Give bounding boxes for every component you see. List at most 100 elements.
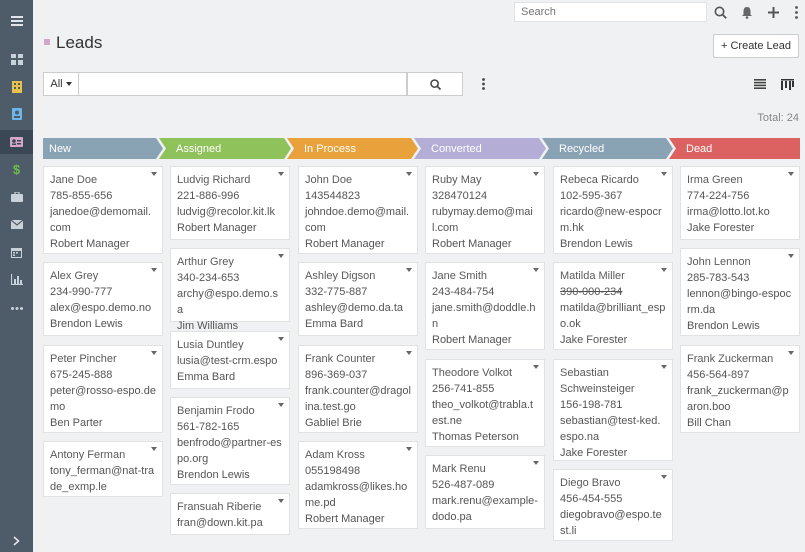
lead-phone[interactable]: 785-855-656: [50, 188, 156, 204]
lead-phone[interactable]: 055198498: [305, 463, 411, 479]
lead-name[interactable]: Frank Zuckerman: [687, 351, 793, 367]
notifications-bell-icon[interactable]: [738, 3, 756, 21]
lead-email[interactable]: irma@lotto.lot.ko: [687, 204, 793, 220]
filter-all-dropdown[interactable]: All: [43, 72, 79, 96]
lead-name[interactable]: Ashley Digson: [305, 268, 411, 284]
lead-card[interactable]: Frank Zuckerman 456-564-897 frank_zucker…: [680, 345, 800, 433]
lead-phone[interactable]: 143544823: [305, 188, 411, 204]
accounts-icon[interactable]: [0, 76, 33, 98]
lead-card[interactable]: Theodore Volkot 256-741-855 theo_volkot@…: [425, 359, 545, 447]
card-menu-caret-icon[interactable]: [533, 461, 539, 465]
card-menu-caret-icon[interactable]: [533, 268, 539, 272]
lead-phone[interactable]: 340-234-653: [177, 270, 283, 286]
lead-phone[interactable]: 456-454-555: [560, 491, 666, 507]
lead-card[interactable]: Sebastian Schweinsteiger 156-198-781 seb…: [553, 359, 673, 461]
filter-search-button[interactable]: [407, 72, 463, 96]
lead-email[interactable]: johndoe.demo@mail.com: [305, 204, 411, 236]
more-icon[interactable]: [0, 297, 33, 319]
lead-email[interactable]: frank_zuckerman@paron.boo: [687, 383, 793, 415]
card-menu-caret-icon[interactable]: [278, 499, 284, 503]
lead-phone[interactable]: 526-487-089: [432, 477, 538, 493]
lead-email[interactable]: mark.renu@example-dodo.pa: [432, 493, 538, 525]
lead-card[interactable]: Mark Renu 526-487-089 mark.renu@example-…: [425, 455, 545, 529]
lead-phone[interactable]: 332-775-887: [305, 284, 411, 300]
lead-name[interactable]: Fransuah Riberie: [177, 499, 283, 515]
lead-phone[interactable]: 328470124: [432, 188, 538, 204]
lead-email[interactable]: diegobravo@espo.test.li: [560, 507, 666, 539]
cases-icon[interactable]: [0, 186, 33, 208]
lead-name[interactable]: Ludvig Richard: [177, 172, 283, 188]
lead-card[interactable]: Peter Pincher 675-245-888 peter@rosso-es…: [43, 345, 163, 433]
kanban-view-icon[interactable]: [776, 74, 798, 94]
lead-email[interactable]: ashley@demo.da.ta: [305, 300, 411, 316]
lead-name[interactable]: Antony Ferman: [50, 447, 156, 463]
card-menu-caret-icon[interactable]: [788, 172, 794, 176]
lead-email[interactable]: rubymay.demo@mail.com: [432, 204, 538, 236]
card-menu-caret-icon[interactable]: [788, 254, 794, 258]
global-search-input[interactable]: [514, 2, 707, 22]
lead-card[interactable]: John Lennon 285-783-543 lennon@bingo-esp…: [680, 248, 800, 336]
card-menu-caret-icon[interactable]: [406, 447, 412, 451]
lead-name[interactable]: Theodore Volkot: [432, 365, 538, 381]
lead-email[interactable]: peter@rosso-espo.demo: [50, 383, 156, 415]
opportunities-icon[interactable]: $: [0, 158, 33, 180]
lead-name[interactable]: Mark Renu: [432, 461, 538, 477]
collapse-chevron-icon[interactable]: [0, 530, 33, 552]
search-icon[interactable]: [711, 3, 729, 21]
list-view-icon[interactable]: [750, 74, 770, 94]
lead-name[interactable]: Jane Smith: [432, 268, 538, 284]
card-menu-caret-icon[interactable]: [661, 172, 667, 176]
email-icon[interactable]: [0, 213, 33, 235]
lead-email[interactable]: janedoe@demomail.com: [50, 204, 156, 236]
card-menu-caret-icon[interactable]: [406, 351, 412, 355]
calendar-icon[interactable]: [0, 241, 33, 263]
lead-email[interactable]: archy@espo.demo.sa: [177, 286, 283, 318]
card-menu-caret-icon[interactable]: [533, 365, 539, 369]
lead-phone[interactable]: 156-198-781: [560, 397, 666, 413]
lead-name[interactable]: Benjamin Frodo: [177, 403, 283, 419]
lead-card[interactable]: Ruby May 328470124 rubymay.demo@mail.com…: [425, 166, 545, 254]
lead-name[interactable]: Peter Pincher: [50, 351, 156, 367]
lead-phone[interactable]: 675-245-888: [50, 367, 156, 383]
lead-email[interactable]: adamkross@likes.home.pd: [305, 479, 411, 511]
lead-name[interactable]: Frank Counter: [305, 351, 411, 367]
lead-name[interactable]: Arthur Grey: [177, 254, 283, 270]
lead-email[interactable]: lusia@test-crm.espo: [177, 353, 283, 369]
lead-email[interactable]: benfrodo@partner-espo.org: [177, 435, 283, 467]
lead-phone[interactable]: 896-369-037: [305, 367, 411, 383]
lead-phone-invalid[interactable]: 390-000-234: [560, 284, 666, 300]
lead-card[interactable]: Adam Kross 055198498 adamkross@likes.hom…: [298, 441, 418, 529]
card-menu-caret-icon[interactable]: [278, 172, 284, 176]
leads-icon[interactable]: [0, 130, 33, 154]
lead-phone[interactable]: 561-782-165: [177, 419, 283, 435]
card-menu-caret-icon[interactable]: [278, 403, 284, 407]
card-menu-caret-icon[interactable]: [278, 254, 284, 258]
lead-email[interactable]: ricardo@new-espocrm.hk: [560, 204, 666, 236]
lead-email[interactable]: fran@down.kit.pa: [177, 515, 283, 531]
card-menu-caret-icon[interactable]: [278, 337, 284, 341]
quick-create-plus-icon[interactable]: [764, 3, 782, 21]
card-menu-caret-icon[interactable]: [406, 172, 412, 176]
lead-email[interactable]: sebastian@test-ked.espo.na: [560, 413, 666, 445]
lead-phone[interactable]: 456-564-897: [687, 367, 793, 383]
lead-card[interactable]: Alex Grey 234-990-777 alex@espo.demo.no …: [43, 262, 163, 336]
card-menu-caret-icon[interactable]: [151, 268, 157, 272]
reports-icon[interactable]: [0, 268, 33, 290]
filter-actions-kebab-icon[interactable]: [476, 76, 490, 92]
contacts-icon[interactable]: [0, 103, 33, 125]
lead-phone[interactable]: 102-595-367: [560, 188, 666, 204]
lead-email[interactable]: alex@espo.demo.no: [50, 300, 156, 316]
lead-card[interactable]: Benjamin Frodo 561-782-165 benfrodo@part…: [170, 397, 290, 485]
lead-card[interactable]: Irma Green 774-224-756 irma@lotto.lot.ko…: [680, 166, 800, 240]
lead-email[interactable]: matilda@brilliant_espo.ok: [560, 300, 666, 332]
dashboard-icon[interactable]: [0, 48, 33, 70]
lead-email[interactable]: lennon@bingo-espocrm.da: [687, 286, 793, 318]
lead-name[interactable]: Ruby May: [432, 172, 538, 188]
lead-email[interactable]: jane.smith@doddle.hn: [432, 300, 538, 332]
lead-card[interactable]: Ludvig Richard 221-886-996 ludvig@recolo…: [170, 166, 290, 240]
lead-phone[interactable]: 256-741-855: [432, 381, 538, 397]
card-menu-caret-icon[interactable]: [661, 475, 667, 479]
menu-kebab-icon[interactable]: [787, 3, 805, 21]
lead-name[interactable]: Diego Bravo: [560, 475, 666, 491]
lead-name[interactable]: Adam Kross: [305, 447, 411, 463]
